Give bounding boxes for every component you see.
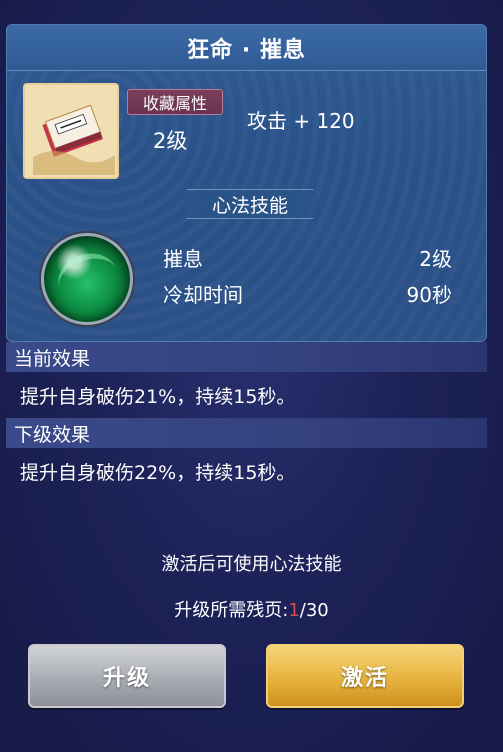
item-level: 2级 [153,129,188,153]
skill-name: 摧息 [163,247,203,271]
skill-header-label: 心法技能 [211,194,288,217]
panel-title: 狂命 · 摧息 [187,37,306,63]
orb-swirl [51,245,125,313]
next-effect-bar: 下级效果 [6,418,487,448]
pages-current: 1 [288,600,300,621]
current-effect-bar: 当前效果 [6,342,487,372]
current-effect-text: 提升自身破伤21%，持续15秒。 [20,386,296,408]
skill-level: 2级 [419,247,452,271]
tag-label: 收藏属性 [142,94,207,113]
scroll-book-icon[interactable] [23,83,119,179]
activate-hint: 激活后可使用心法技能 [161,554,342,575]
collection-attribute-tag: 收藏属性 [127,89,223,115]
green-orb-icon[interactable] [41,233,133,325]
attack-attribute: 攻击 + 120 [247,109,355,133]
upgrade-button-label: 升级 [102,666,151,691]
pages-total: /30 [299,600,329,621]
current-effect-label: 当前效果 [14,347,91,370]
upgrade-button[interactable]: 升级 [28,644,226,708]
skill-detail-panel: 狂命 · 摧息 收藏属性 2级 攻击 + 120 心法技能 摧息 2级 冷却时间… [6,24,487,342]
cooldown-label: 冷却时间 [163,283,243,307]
pages-label: 升级所需残页: [174,600,289,621]
next-effect-text: 提升自身破伤22%，持续15秒。 [20,462,296,484]
skill-section-header: 心法技能 [175,189,325,219]
cooldown-value: 90秒 [406,283,452,307]
next-effect-label: 下级效果 [14,423,91,446]
title-bar: 狂命 · 摧息 [7,25,486,71]
activate-button-label: 激活 [340,666,389,691]
activate-button[interactable]: 激活 [266,644,464,708]
pages-required: 升级所需残页:1/30 [0,596,503,622]
